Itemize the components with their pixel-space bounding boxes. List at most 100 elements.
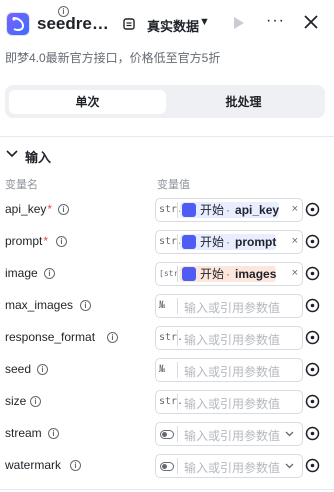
target-icon[interactable] (305, 362, 320, 377)
param-value-field[interactable]: [str] 开始 · images × (155, 262, 303, 286)
ref-source: 开始 (200, 235, 225, 249)
param-row-prompt: prompt* i str. 开始 · prompt × (0, 230, 334, 254)
target-icon[interactable] (305, 426, 320, 441)
info-icon[interactable]: i (80, 300, 91, 311)
param-name: watermark (5, 458, 62, 472)
required-mark: * (47, 202, 53, 216)
info-icon[interactable]: i (44, 268, 55, 279)
separator (177, 426, 178, 442)
separator (177, 330, 178, 346)
info-icon[interactable]: i (70, 460, 81, 471)
separator (177, 298, 178, 314)
start-node-icon (182, 267, 196, 281)
param-value-field[interactable]: 输入或引用参数值 (155, 422, 303, 446)
param-name: prompt* (5, 234, 49, 248)
section-title-input[interactable]: 输入 (25, 147, 51, 166)
param-name: stream (5, 426, 42, 440)
required-mark: * (43, 234, 49, 248)
ref-source: 开始 (200, 203, 225, 217)
toggle-icon (160, 430, 174, 439)
clear-reference-icon[interactable]: × (292, 267, 298, 279)
node-description: 即梦4.0最新官方接口，价格低至官方5折 (5, 51, 221, 65)
param-row-seed: seed i № 输入或引用参数值 (0, 358, 334, 382)
caret-down-icon[interactable]: ▼ (199, 16, 210, 28)
target-icon[interactable] (305, 394, 320, 409)
panel-header: seedrea… 真实数据 ▼ ··· (0, 0, 334, 48)
target-icon[interactable] (305, 266, 320, 281)
clear-reference-icon[interactable]: × (292, 235, 298, 247)
param-input[interactable]: 输入或引用参数值 (184, 363, 280, 380)
param-row-response-format: response_format i str. 输入或引用参数值 (0, 326, 334, 350)
target-icon[interactable] (305, 202, 320, 217)
separator (177, 394, 178, 410)
info-icon[interactable]: i (58, 6, 69, 17)
type-tag: № (159, 300, 166, 311)
param-value-field[interactable]: str. 开始 · prompt × (155, 230, 303, 254)
more-icon[interactable]: ··· (266, 12, 285, 30)
info-icon[interactable]: i (58, 204, 69, 215)
param-name: image (5, 266, 38, 280)
target-icon[interactable] (305, 298, 320, 313)
param-value-field[interactable]: 输入或引用参数值 (155, 454, 303, 478)
param-name: size (5, 394, 27, 408)
param-input[interactable]: 输入或引用参数值 (184, 331, 280, 348)
type-tag: str. (159, 396, 184, 407)
param-input[interactable]: 输入或引用参数值 (184, 395, 280, 412)
chevron-down-icon[interactable] (285, 429, 294, 438)
toggle-icon (160, 462, 174, 471)
play-icon[interactable] (233, 16, 245, 30)
param-name: seed (5, 362, 32, 376)
close-icon[interactable] (302, 13, 320, 31)
param-name: max_images (5, 298, 74, 312)
divider (0, 489, 334, 490)
separator (177, 266, 178, 282)
target-icon[interactable] (305, 234, 320, 249)
separator (177, 234, 178, 250)
start-node-icon (182, 203, 196, 217)
run-mode-tabs: 单次 批处理 (5, 85, 325, 118)
param-value-field[interactable]: str. 输入或引用参数值 (155, 326, 303, 350)
database-icon[interactable] (122, 17, 136, 31)
info-icon[interactable]: i (37, 364, 48, 375)
ref-var: images (235, 267, 277, 281)
ref-source: 开始 (200, 267, 225, 281)
info-icon[interactable]: i (56, 236, 67, 247)
target-icon[interactable] (305, 330, 320, 345)
chevron-down-icon[interactable] (285, 461, 294, 470)
tab-single[interactable]: 单次 (9, 90, 166, 114)
separator (177, 458, 178, 474)
info-icon[interactable]: i (107, 332, 118, 343)
reference-chip[interactable]: 开始 · images (180, 266, 277, 282)
ref-var: prompt (235, 235, 277, 249)
target-icon[interactable] (305, 458, 320, 473)
param-name: api_key* (5, 202, 53, 216)
param-row-max-images: max_images i № 输入或引用参数值 (0, 294, 334, 318)
clear-reference-icon[interactable]: × (292, 203, 298, 215)
tab-batch[interactable]: 批处理 (166, 90, 321, 114)
divider (0, 136, 334, 137)
chevron-down-icon[interactable] (6, 149, 18, 159)
param-value-field[interactable]: str. 输入或引用参数值 (155, 390, 303, 414)
node-title[interactable]: seedrea… (37, 14, 117, 34)
reference-chip[interactable]: 开始 · prompt (180, 234, 277, 250)
app-logo-icon (6, 12, 30, 36)
separator (177, 362, 178, 378)
type-tag: № (159, 364, 166, 375)
param-name: response_format (5, 330, 96, 344)
data-mode-select[interactable]: 真实数据 (147, 16, 199, 35)
type-tag: str. (159, 332, 184, 343)
param-value-field[interactable]: № 输入或引用参数值 (155, 358, 303, 382)
reference-chip[interactable]: 开始 · api_key (180, 202, 280, 218)
info-icon[interactable]: i (48, 428, 59, 439)
column-header-value: 变量值 (157, 179, 190, 191)
param-input[interactable]: 输入或引用参数值 (184, 427, 280, 444)
param-row-watermark: watermark i 输入或引用参数值 (0, 454, 334, 478)
param-input[interactable]: 输入或引用参数值 (184, 299, 280, 316)
separator (177, 202, 178, 218)
param-row-image: image i [str] 开始 · images × (0, 262, 334, 286)
param-input[interactable]: 输入或引用参数值 (184, 459, 280, 476)
info-icon[interactable]: i (30, 396, 41, 407)
param-value-field[interactable]: № 输入或引用参数值 (155, 294, 303, 318)
column-header-name: 变量名 (5, 179, 38, 191)
param-value-field[interactable]: str. 开始 · api_key × (155, 198, 303, 222)
